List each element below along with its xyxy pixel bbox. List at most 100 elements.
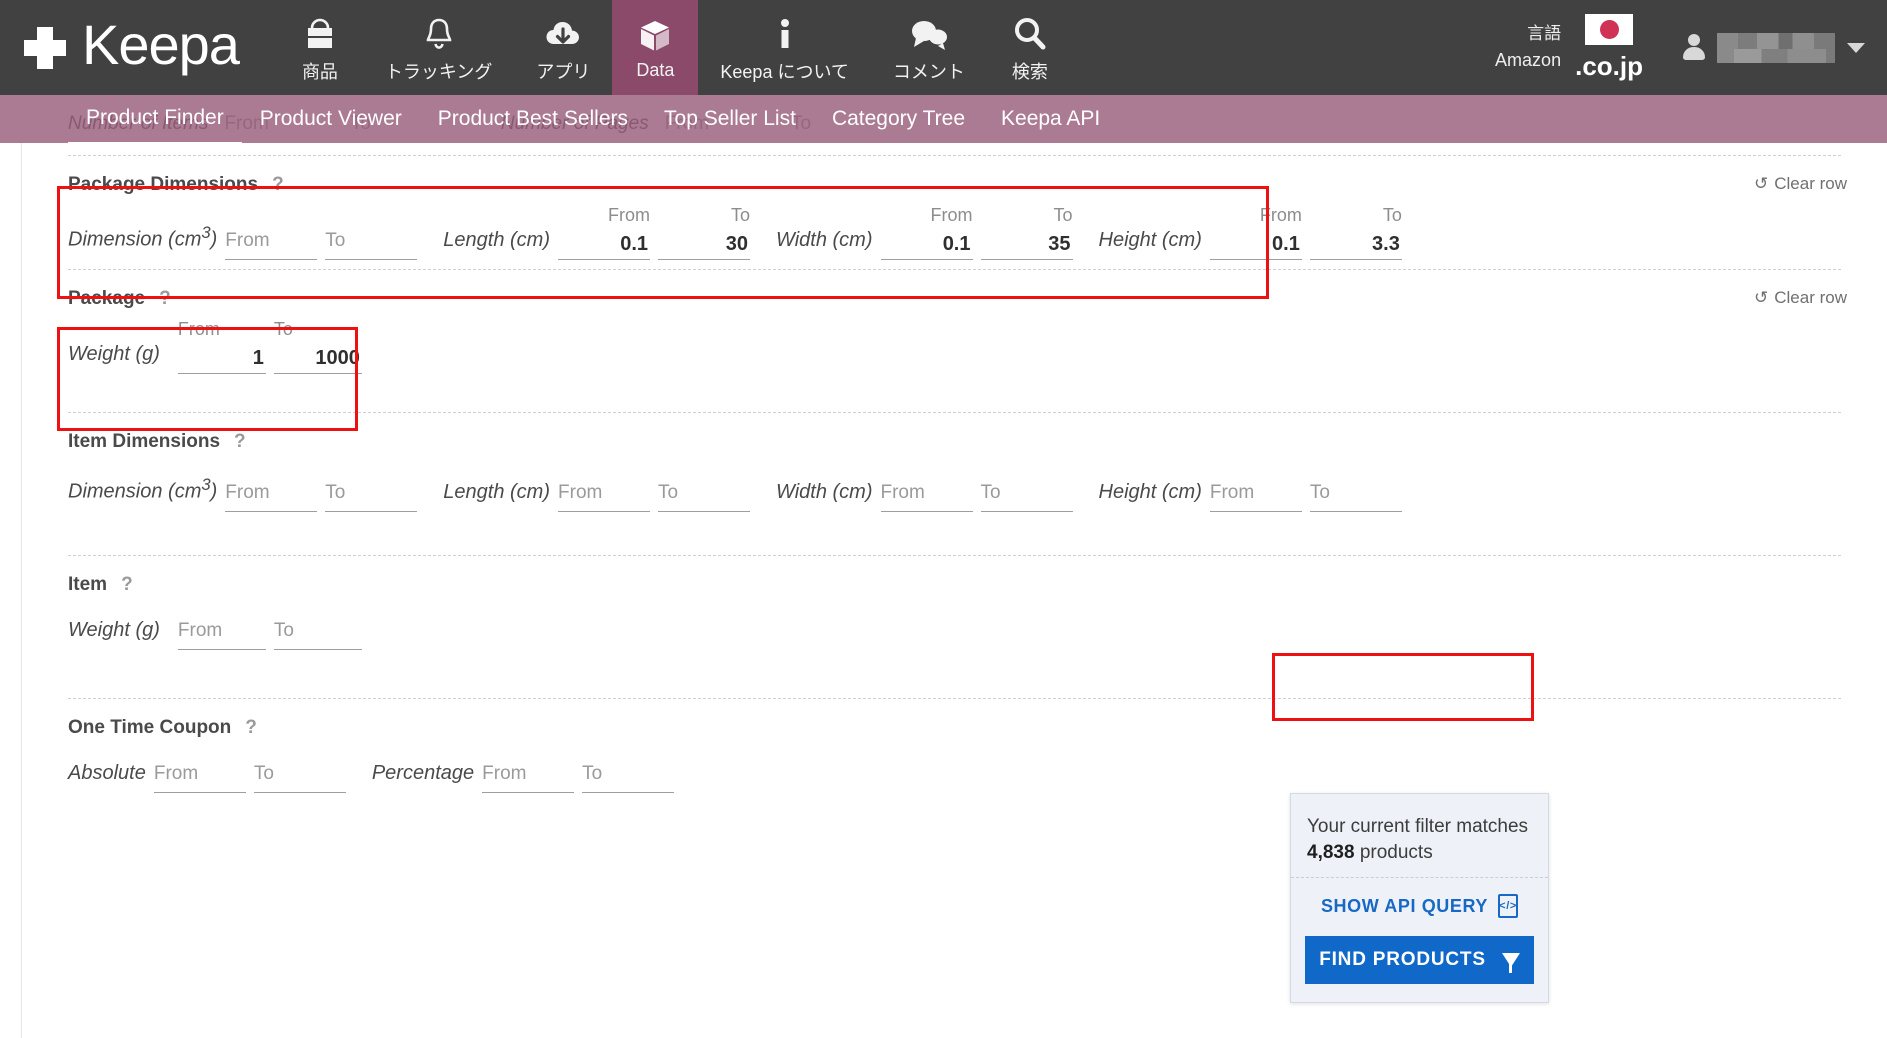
field-label-width: Width (cm): [776, 229, 873, 251]
info-icon: [772, 12, 798, 54]
input-coupon-percentage-from[interactable]: From: [482, 761, 575, 793]
input-coupon-percentage-to[interactable]: To: [582, 761, 675, 793]
match-count: 4,838: [1307, 841, 1355, 863]
placeholder-text: To: [253, 761, 346, 793]
input-item-length-from[interactable]: From: [558, 480, 651, 512]
cloud-download-icon: [542, 12, 584, 54]
input-width-to[interactable]: To 35: [980, 202, 1073, 260]
language-label: 言語: [1527, 24, 1562, 44]
nav-item-about-keepa[interactable]: Keepa について: [698, 0, 871, 95]
input-package-weight-to[interactable]: To 1000: [273, 316, 362, 374]
input-item-weight-to[interactable]: To: [273, 618, 362, 650]
nav-item-search[interactable]: 検索: [987, 0, 1073, 95]
nav-item-tracking[interactable]: トラッキング: [363, 0, 514, 95]
help-icon[interactable]: ?: [245, 717, 257, 739]
value: 30: [658, 228, 751, 260]
subnav-item-product-finder[interactable]: Product Finder: [68, 94, 242, 144]
subnav-item-top-seller-list[interactable]: Top Seller List: [646, 95, 814, 143]
input-item-height-to[interactable]: To: [1309, 480, 1402, 512]
clear-row-button[interactable]: ↺ Clear row: [1754, 288, 1847, 308]
input-length-to[interactable]: To 30: [658, 202, 751, 260]
input-dimension-to[interactable]: To: [325, 202, 418, 260]
nav-label: Data: [636, 60, 675, 80]
filter-row-one-time-coupon: One Time Coupon ? Absolute From To Perce…: [22, 699, 1887, 841]
input-item-weight-from[interactable]: From: [177, 618, 266, 650]
clear-row-button[interactable]: ↺ Clear row: [1754, 174, 1847, 194]
find-products-button[interactable]: FIND PRODUCTS: [1305, 936, 1534, 985]
caption-from: From: [608, 205, 651, 225]
input-item-width-to[interactable]: To: [980, 480, 1073, 512]
clear-row-label: Clear row: [1774, 174, 1847, 193]
filter-row-item: Item ? Weight (g) From To: [22, 556, 1887, 698]
field-label-weight: Weight (g): [68, 619, 160, 641]
placeholder-text: To: [273, 618, 362, 650]
input-package-weight-from[interactable]: From 1: [177, 316, 266, 374]
placeholder-text: From: [225, 480, 318, 512]
help-icon[interactable]: ?: [234, 431, 246, 453]
help-icon[interactable]: ?: [121, 574, 133, 596]
username-redacted: [1717, 32, 1835, 63]
caption-to: To: [1053, 205, 1073, 225]
domain-label: .co.jp: [1575, 50, 1643, 81]
funnel-filter-icon: [1501, 953, 1520, 974]
input-height-from[interactable]: From 0.1: [1209, 202, 1302, 260]
input-item-width-from[interactable]: From: [880, 480, 973, 512]
nav-item-data[interactable]: Data: [612, 0, 699, 95]
input-coupon-absolute-to[interactable]: To: [253, 761, 346, 793]
keepa-plus-icon: [24, 26, 66, 69]
left-gutter: [0, 143, 22, 1038]
nav-label: コメント: [892, 61, 965, 82]
row-header: Package Dimensions ?: [68, 174, 1841, 196]
caption: [325, 202, 417, 228]
row-title: One Time Coupon: [68, 717, 232, 738]
placeholder-text: To: [980, 480, 1073, 512]
value: 0.1: [1209, 228, 1302, 260]
input-item-dimension-to[interactable]: To: [325, 480, 418, 512]
chevron-down-icon[interactable]: [1847, 42, 1865, 53]
row-header: Item Dimensions ?: [68, 431, 1841, 453]
input-coupon-absolute-from[interactable]: From: [153, 761, 246, 793]
input-dimension-from[interactable]: From: [225, 202, 318, 260]
reset-icon: ↺: [1754, 288, 1769, 307]
row-title: Package: [68, 288, 146, 309]
value: 35: [980, 228, 1073, 260]
account-menu[interactable]: [1683, 32, 1865, 63]
subnav-item-category-tree[interactable]: Category Tree: [814, 95, 983, 143]
help-icon[interactable]: ?: [272, 174, 284, 196]
value: 0.1: [558, 228, 651, 260]
help-icon[interactable]: ?: [159, 288, 171, 310]
keepa-logo[interactable]: Keepa: [0, 0, 240, 95]
box-icon: [635, 14, 675, 56]
input-length-from[interactable]: From 0.1: [558, 202, 651, 260]
fields: Dimension (cm3) From To Length (cm) From…: [68, 202, 1841, 260]
field-label-length: Length (cm): [443, 480, 551, 503]
fields: Weight (g) From To: [68, 618, 1841, 650]
field-label-height: Height (cm): [1098, 229, 1202, 251]
subnav-item-keepa-api[interactable]: Keepa API: [983, 95, 1118, 143]
amazon-label: Amazon: [1495, 49, 1562, 70]
subnav-item-product-best-sellers[interactable]: Product Best Sellers: [420, 95, 646, 143]
show-api-query-button[interactable]: SHOW API QUERY </>: [1291, 878, 1548, 932]
domain-selector[interactable]: .co.jp: [1575, 13, 1643, 82]
placeholder-text: To: [325, 480, 418, 512]
results-panel: Your current filter matches 4,838 produc…: [1290, 793, 1549, 1004]
nav-item-comments[interactable]: コメント: [871, 0, 987, 95]
input-item-length-to[interactable]: To: [658, 480, 751, 512]
caption-to: To: [273, 319, 293, 339]
input-height-to[interactable]: To 3.3: [1309, 202, 1402, 260]
code-file-icon: </>: [1498, 894, 1519, 919]
user-avatar-icon: [1683, 33, 1705, 62]
nav-label: 商品: [301, 61, 338, 82]
placeholder-text: From: [225, 228, 318, 260]
input-item-height-from[interactable]: From: [1209, 480, 1302, 512]
subnav-item-product-viewer[interactable]: Product Viewer: [242, 95, 420, 143]
caption-from: From: [1259, 205, 1302, 225]
input-item-dimension-from[interactable]: From: [225, 480, 318, 512]
find-products-label: FIND PRODUCTS: [1319, 949, 1486, 971]
input-width-from[interactable]: From 0.1: [880, 202, 973, 260]
placeholder-text: From: [482, 761, 575, 793]
nav-item-apps[interactable]: アプリ: [514, 0, 612, 95]
clear-row-label: Clear row: [1774, 288, 1847, 307]
nav-item-products[interactable]: 商品: [277, 0, 363, 95]
row-title: Item Dimensions: [68, 431, 221, 452]
